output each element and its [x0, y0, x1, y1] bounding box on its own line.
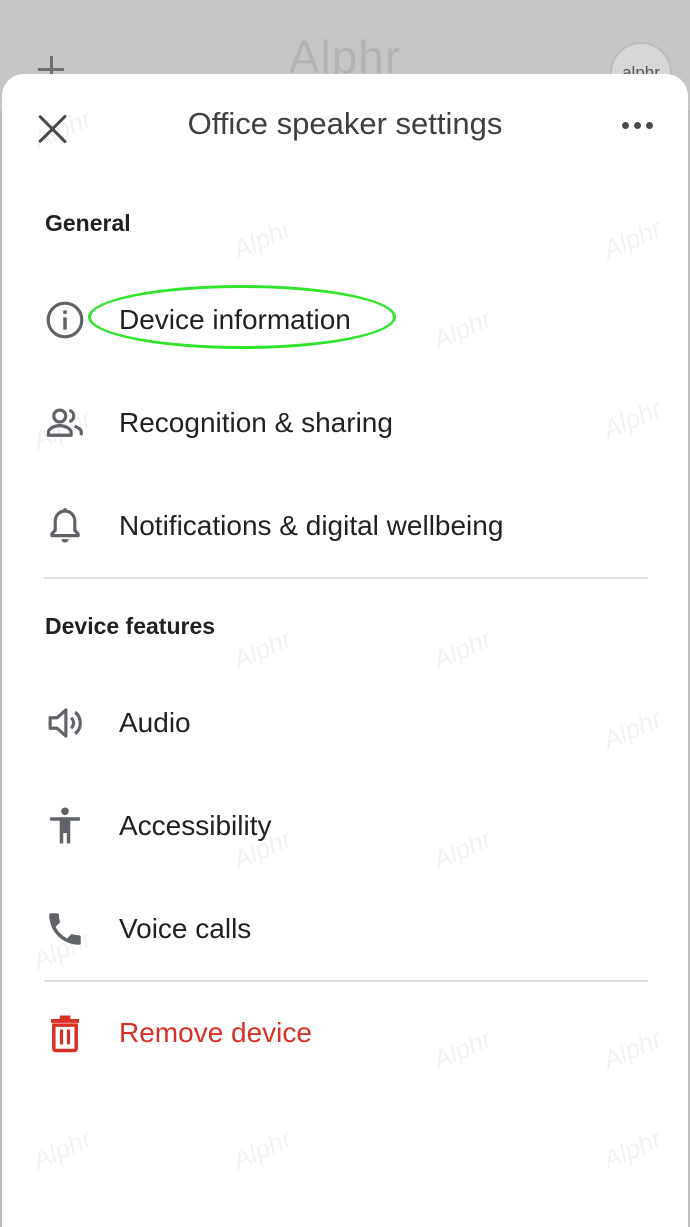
section-header-general: General [45, 210, 131, 236]
section-header-device-features: Device features [45, 613, 216, 639]
menu-item-accessibility[interactable]: Accessibility [2, 790, 688, 862]
more-options-icon[interactable] [622, 122, 654, 130]
remove-device-label: Remove device [119, 1017, 312, 1048]
watermark: Alphr [228, 622, 296, 676]
menu-item-label: Audio [119, 707, 191, 738]
page-title: Office speaker settings [187, 106, 503, 141]
menu-item-label: Recognition & sharing [119, 407, 393, 438]
speaker-icon [48, 708, 82, 738]
people-icon [46, 408, 83, 437]
menu-item-voice-calls[interactable]: Voice calls [2, 893, 688, 965]
remove-device-button[interactable]: Remove device [2, 997, 688, 1069]
bell-icon [50, 508, 80, 543]
info-icon [46, 301, 84, 339]
menu-item-label: Accessibility [119, 810, 272, 841]
watermark: Alphr [428, 622, 496, 676]
watermark: Alphr [28, 1122, 96, 1176]
settings-sheet: Alphr Alphr Alphr Alphr Alphr Alphr Alph… [2, 74, 688, 1227]
menu-item-audio[interactable]: Audio [2, 687, 688, 759]
menu-item-label: Notifications & digital wellbeing [119, 510, 504, 541]
watermark: Alphr [598, 1122, 666, 1176]
menu-item-notifications[interactable]: Notifications & digital wellbeing [2, 490, 688, 562]
watermark: Alphr [598, 212, 666, 266]
watermark: Alphr [228, 1122, 296, 1176]
trash-icon [51, 1015, 79, 1053]
menu-item-recognition-sharing[interactable]: Recognition & sharing [2, 387, 688, 459]
accessibility-icon [50, 807, 80, 844]
menu-item-label: Voice calls [119, 913, 252, 944]
divider [44, 980, 648, 982]
highlight-annotation [88, 285, 396, 349]
divider [44, 577, 648, 579]
phone-icon [49, 913, 81, 945]
watermark: Alphr [228, 212, 296, 266]
